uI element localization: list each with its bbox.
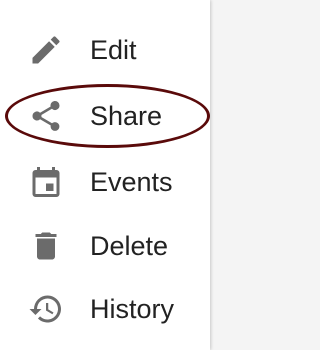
- menu-item-label: Share: [90, 101, 163, 131]
- menu-item-delete[interactable]: Delete: [0, 214, 210, 278]
- menu-item-events[interactable]: Events: [0, 150, 210, 214]
- menu-item-label: Events: [90, 167, 173, 197]
- calendar-icon: [28, 164, 64, 200]
- context-menu: Edit Share Events Delete History: [0, 0, 210, 350]
- menu-item-edit[interactable]: Edit: [0, 18, 210, 82]
- menu-item-share[interactable]: Share: [0, 84, 210, 148]
- pencil-icon: [28, 32, 64, 68]
- menu-item-label: Edit: [90, 35, 137, 65]
- menu-item-history[interactable]: History: [0, 277, 210, 341]
- history-icon: [28, 291, 64, 327]
- trash-icon: [28, 228, 64, 264]
- menu-item-label: History: [90, 294, 175, 324]
- menu-item-label: Delete: [90, 231, 169, 261]
- share-icon: [28, 98, 64, 134]
